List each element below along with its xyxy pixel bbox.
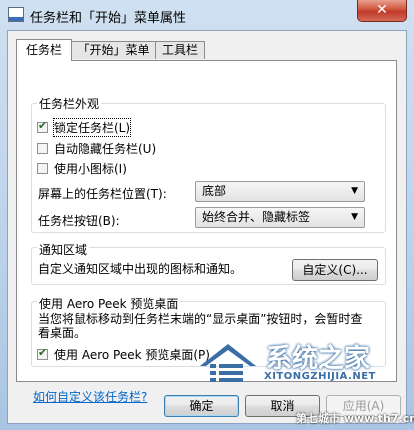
taskbar-icon <box>8 7 24 22</box>
aero-peek-option[interactable]: ✔ 使用 Aero Peek 预览桌面(P) <box>37 346 210 362</box>
close-button[interactable]: ✕ <box>357 0 407 22</box>
taskbar-location-select[interactable]: 底部 ▼ <box>195 181 365 202</box>
notification-group-title: 通知区域 <box>37 241 90 258</box>
chevron-down-icon: ▼ <box>351 186 358 196</box>
title-bar: 任务栏和「开始」菜单属性 ✕ <box>0 0 414 30</box>
help-link[interactable]: 如何自定义该任务栏? <box>33 388 147 405</box>
notification-description: 自定义通知区域中出现的图标和通知。 <box>38 262 243 276</box>
small-icons-label: 使用小图标(I) <box>54 161 127 176</box>
aero-peek-description: 当您将鼠标移动到任务栏末端的“显示桌面”按钮时，会暂时查看桌面。 <box>38 312 363 340</box>
small-icons-option[interactable]: 使用小图标(I) <box>37 160 127 176</box>
chevron-down-icon: ▼ <box>351 212 358 222</box>
lock-taskbar-checkbox[interactable]: ✔ <box>37 118 48 133</box>
lock-taskbar-label: 锁定任务栏(L) <box>52 117 132 137</box>
house-logo-icon <box>200 344 256 382</box>
appearance-group-title: 任务栏外观 <box>37 95 102 112</box>
customize-button[interactable]: 自定义(C)... <box>292 259 378 281</box>
taskbar-buttons-label: 任务栏按钮(B): <box>38 214 120 228</box>
taskbar-location-label: 屏幕上的任务栏位置(T): <box>38 187 167 201</box>
tab-taskbar[interactable]: 任务栏 <box>16 39 72 61</box>
aero-peek-label: 使用 Aero Peek 预览桌面(P) <box>54 347 210 362</box>
auto-hide-label: 自动隐藏任务栏(U) <box>54 141 157 156</box>
taskbar-buttons-select[interactable]: 始终合并、隐藏标签 ▼ <box>195 207 365 228</box>
watermark-title: 系统之家 <box>266 344 371 374</box>
check-icon: ✔ <box>38 345 48 359</box>
watermark-subtitle: XITONGZHIJIA.NET <box>264 371 376 382</box>
tab-toolbars[interactable]: 工具栏 <box>155 41 205 59</box>
taskbar-buttons-value: 始终合并、隐藏标签 <box>202 210 311 224</box>
aero-peek-checkbox[interactable]: ✔ <box>37 345 48 360</box>
aero-peek-group-title: 使用 Aero Peek 预览桌面 <box>37 295 181 312</box>
lock-taskbar-option[interactable]: ✔ 锁定任务栏(L) <box>37 117 132 137</box>
taskbar-location-value: 底部 <box>202 184 227 198</box>
auto-hide-option[interactable]: 自动隐藏任务栏(U) <box>37 140 156 156</box>
tab-start-menu[interactable]: 「开始」菜单 <box>71 41 156 59</box>
window-title: 任务栏和「开始」菜单属性 <box>30 11 187 26</box>
site-stamp: 第七城市 www.th7.cn <box>296 412 414 425</box>
ok-button[interactable]: 确定 <box>164 395 239 417</box>
small-icons-checkbox[interactable] <box>37 162 48 174</box>
watermark: 系统之家 XITONGZHIJIA.NET <box>196 338 396 394</box>
auto-hide-checkbox[interactable] <box>37 142 48 154</box>
close-icon: ✕ <box>376 2 388 18</box>
tab-panel: 任务栏外观 ✔ 锁定任务栏(L) 自动隐藏任务栏(U) 使用小图标(I) 屏幕上… <box>16 60 397 404</box>
check-icon: ✔ <box>38 118 48 132</box>
